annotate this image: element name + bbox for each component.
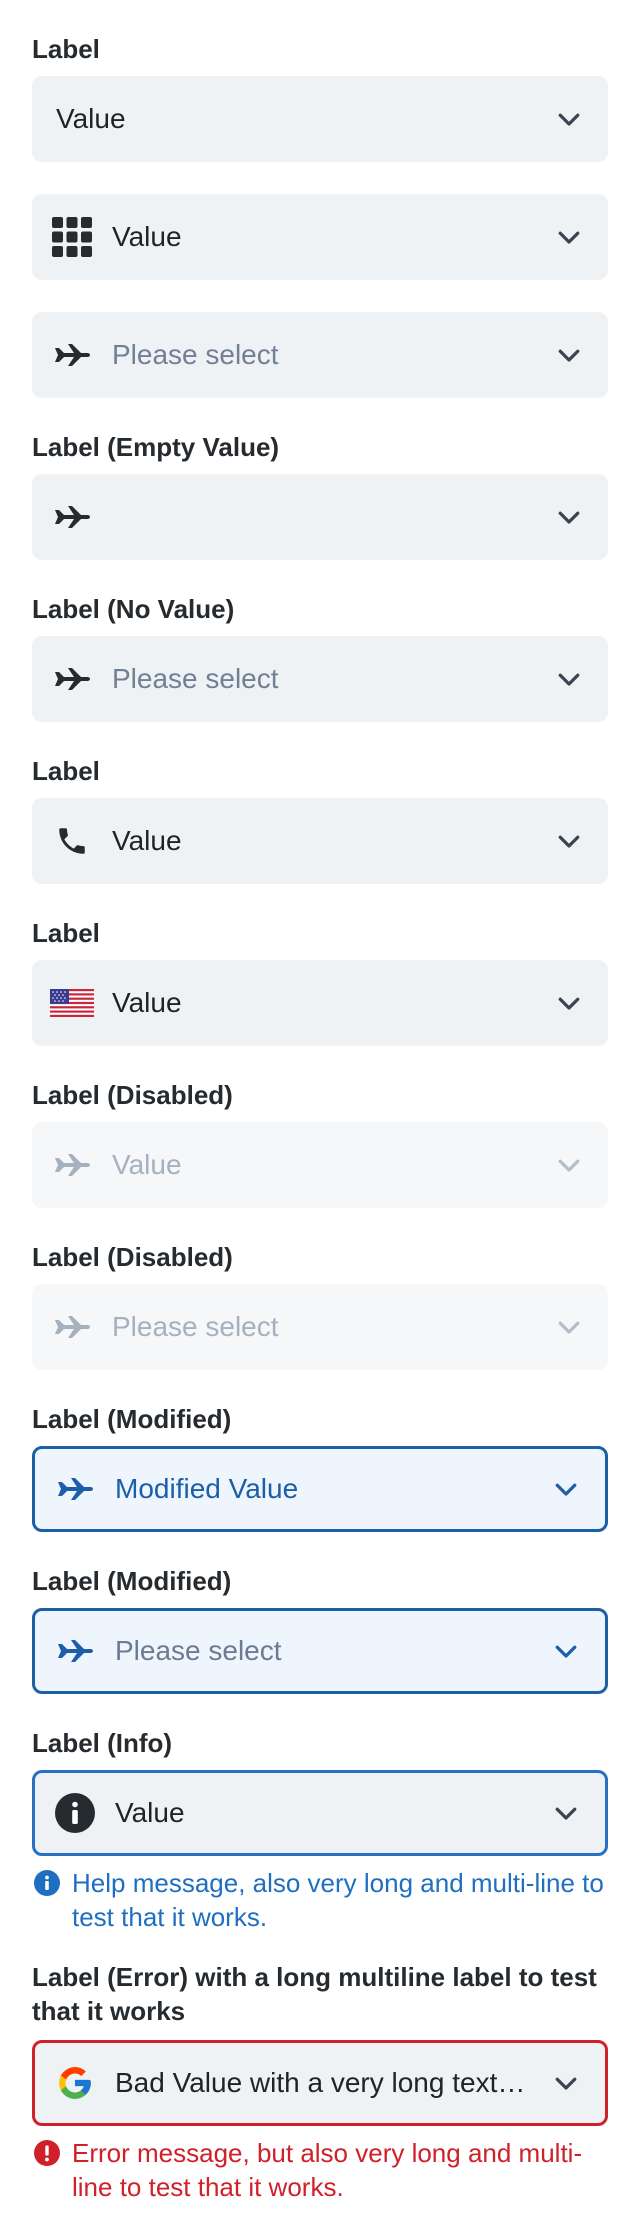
field-label-text: Label (Modified)	[32, 1404, 232, 1434]
chevron-down-icon	[558, 673, 580, 686]
select-field-empty-value[interactable]	[32, 474, 608, 560]
chevron-down-icon	[558, 231, 580, 244]
field-label: Label (Modified)	[32, 1564, 608, 1598]
field-label-text: Label (Info)	[32, 1728, 173, 1758]
grid-icon	[52, 217, 92, 257]
field-label-text: Label (Error) with a long multiline labe…	[32, 1962, 597, 2026]
select-placeholder: Please select	[112, 1311, 279, 1342]
chevron-down-icon	[555, 1807, 577, 1820]
info-icon	[34, 1870, 60, 1896]
chevron-down-icon	[558, 349, 580, 362]
google-icon	[55, 2063, 95, 2103]
error-message: Error message, but also very long and mu…	[32, 2136, 608, 2204]
field-label: Label (No Value)	[32, 592, 608, 626]
select-field-flag[interactable]: Value	[32, 960, 608, 1046]
field-label: Label	[32, 916, 608, 950]
field-label-text: Label (Modified)	[32, 1566, 232, 1596]
select-field-info[interactable]: Value	[32, 1770, 608, 1856]
select-field-modified[interactable]: Modified Value	[32, 1446, 608, 1532]
chevron-down-icon	[558, 113, 580, 126]
field-label-text: Label (No Value)	[32, 594, 235, 624]
airplane-icon	[55, 1631, 95, 1671]
field-label: Label (Info)	[32, 1726, 608, 1760]
select-value: Value	[115, 1797, 185, 1828]
field-label-text: Label (Disabled)	[32, 1242, 233, 1272]
select-value: Value	[56, 103, 126, 134]
phone-icon	[52, 821, 92, 861]
airplane-icon	[55, 1469, 95, 1509]
select-field-basic[interactable]: Value	[32, 76, 608, 162]
field-label: Label (Disabled)	[32, 1240, 608, 1274]
field-label: Label	[32, 32, 608, 66]
select-value: Value	[112, 987, 182, 1018]
chevron-down-icon	[555, 1483, 577, 1496]
select-field-plane-placeholder[interactable]: Please select	[32, 312, 608, 398]
airplane-icon	[52, 497, 92, 537]
select-field-disabled: Value	[32, 1122, 608, 1208]
select-field-grid[interactable]: Value	[32, 194, 608, 280]
chevron-down-icon	[555, 1645, 577, 1658]
select-placeholder: Please select	[112, 339, 279, 370]
error-icon	[34, 2140, 60, 2166]
help-message: Help message, also very long and multi-l…	[32, 1866, 608, 1934]
chevron-down-icon	[558, 835, 580, 848]
select-value: Value	[112, 221, 182, 252]
help-message-text: Help message, also very long and multi-l…	[72, 1868, 604, 1932]
select-field-phone[interactable]: Value	[32, 798, 608, 884]
info-icon	[55, 1793, 95, 1833]
select-field-no-value[interactable]: Please select	[32, 636, 608, 722]
field-label: Label (Modified)	[32, 1402, 608, 1436]
select-placeholder: Please select	[115, 1635, 282, 1666]
field-label-text: Label	[32, 756, 100, 786]
select-value: Bad Value with a very long text to test …	[115, 2067, 533, 2098]
us-flag-icon	[49, 983, 95, 1023]
chevron-down-icon	[558, 511, 580, 524]
error-message-text: Error message, but also very long and mu…	[72, 2138, 583, 2202]
field-label-text: Label	[32, 918, 100, 948]
chevron-down-icon	[558, 1321, 580, 1334]
select-field-disabled-placeholder: Please select	[32, 1284, 608, 1370]
chevron-down-icon	[555, 2077, 577, 2090]
field-label-text: Label	[32, 34, 100, 64]
airplane-icon	[52, 1307, 92, 1347]
select-value: Value	[112, 1149, 182, 1180]
field-label: Label (Error) with a long multiline labe…	[32, 1960, 608, 2028]
field-label: Label (Empty Value)	[32, 430, 608, 464]
field-label-text: Label (Disabled)	[32, 1080, 233, 1110]
airplane-icon	[52, 335, 92, 375]
chevron-down-icon	[558, 1159, 580, 1172]
airplane-icon	[52, 1145, 92, 1185]
select-value: Modified Value	[115, 1473, 299, 1504]
chevron-down-icon	[558, 997, 580, 1010]
select-placeholder: Please select	[112, 663, 279, 694]
field-label: Label (Disabled)	[32, 1078, 608, 1112]
airplane-icon	[52, 659, 92, 699]
field-label: Label	[32, 754, 608, 788]
select-field-modified-placeholder[interactable]: Please select	[32, 1608, 608, 1694]
select-value: Value	[112, 825, 182, 856]
select-field-error[interactable]: Bad Value with a very long text to test …	[32, 2040, 608, 2126]
field-label-text: Label (Empty Value)	[32, 432, 280, 462]
